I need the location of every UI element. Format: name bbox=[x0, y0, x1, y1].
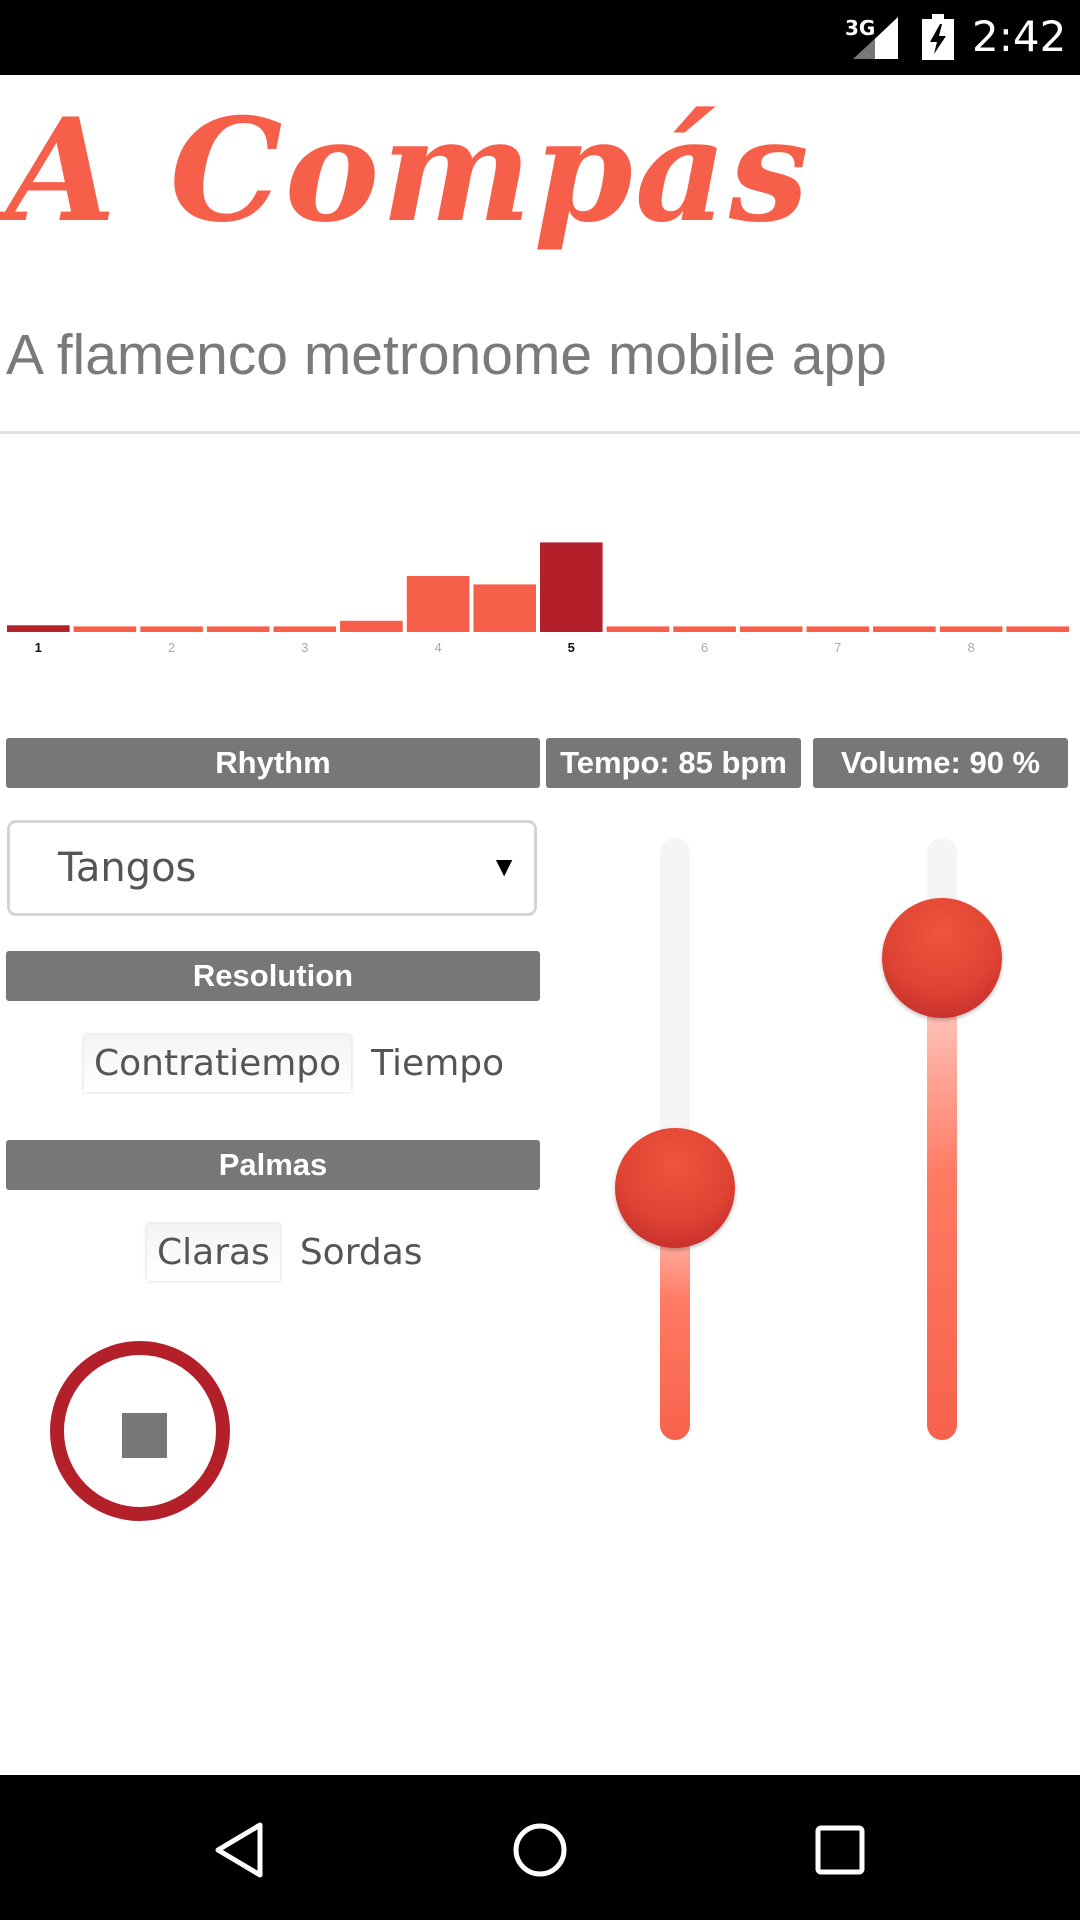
chevron-down-icon: ▼ bbox=[490, 851, 518, 882]
beat-bar bbox=[206, 626, 270, 632]
beat-bar bbox=[273, 626, 337, 632]
rhythm-select[interactable]: Tangos ▼ bbox=[7, 820, 537, 916]
beat-bar bbox=[673, 626, 736, 632]
battery-charging-icon bbox=[922, 14, 954, 60]
beat-bar bbox=[7, 625, 70, 632]
volume-slider[interactable] bbox=[882, 838, 1002, 1440]
app-subtitle: A flamenco metronome mobile app bbox=[6, 323, 887, 387]
beat-bar bbox=[540, 542, 603, 632]
resolution-label: Resolution bbox=[6, 951, 540, 1001]
recents-icon[interactable] bbox=[810, 1820, 870, 1880]
volume-slider-knob[interactable] bbox=[882, 898, 1002, 1018]
beat-tick-label: 5 bbox=[568, 640, 575, 655]
palmas-toggle: Claras Sordas bbox=[147, 1224, 433, 1281]
stop-button[interactable] bbox=[50, 1341, 230, 1521]
beat-tick-label: 4 bbox=[434, 640, 441, 655]
beat-bar bbox=[1006, 626, 1069, 632]
beat-bar bbox=[873, 626, 936, 632]
resolution-option-contratiempo[interactable]: Contratiempo bbox=[84, 1035, 352, 1092]
beat-bar bbox=[73, 626, 137, 632]
beat-tick-label: 7 bbox=[834, 640, 841, 655]
tempo-slider-knob[interactable] bbox=[615, 1128, 735, 1249]
tempo-slider[interactable] bbox=[615, 838, 735, 1440]
beat-bar bbox=[406, 576, 470, 632]
signal-icon bbox=[853, 17, 898, 59]
palmas-option-sordas[interactable]: Sordas bbox=[290, 1224, 433, 1281]
beat-chart: 1 2 3 4 5 6 7 8 bbox=[7, 542, 1069, 655]
back-icon[interactable] bbox=[210, 1820, 270, 1880]
beat-bar bbox=[739, 626, 803, 632]
beat-tick-label: 6 bbox=[701, 640, 708, 655]
app-title: A Compás bbox=[6, 88, 811, 254]
volume-slider-fill bbox=[927, 958, 957, 1440]
palmas-label: Palmas bbox=[6, 1140, 540, 1190]
beat-bar bbox=[939, 626, 1003, 632]
rhythm-select-value: Tangos bbox=[58, 845, 197, 891]
home-icon[interactable] bbox=[510, 1820, 570, 1880]
status-bar: 3G 2:42 bbox=[0, 0, 1080, 75]
palmas-option-claras[interactable]: Claras bbox=[147, 1224, 280, 1281]
beat-tick-label: 8 bbox=[967, 640, 974, 655]
tempo-label: Tempo: 85 bpm bbox=[546, 738, 801, 788]
header-divider bbox=[0, 431, 1080, 434]
rhythm-label: Rhythm bbox=[6, 738, 540, 788]
navigation-bar bbox=[0, 1775, 1080, 1920]
volume-label: Volume: 90 % bbox=[813, 738, 1068, 788]
beat-tick-label: 3 bbox=[301, 640, 308, 655]
beat-tick-label: 2 bbox=[168, 640, 175, 655]
resolution-toggle: Contratiempo Tiempo bbox=[84, 1035, 514, 1092]
resolution-option-tiempo[interactable]: Tiempo bbox=[361, 1035, 514, 1092]
beat-bar bbox=[473, 584, 536, 632]
beat-bar bbox=[340, 620, 403, 632]
beat-tick-label: 1 bbox=[35, 640, 42, 655]
stop-icon bbox=[122, 1413, 167, 1458]
beat-bar bbox=[606, 626, 670, 632]
status-time: 2:42 bbox=[972, 12, 1067, 61]
beat-bar bbox=[140, 626, 203, 632]
beat-bar bbox=[806, 626, 870, 632]
